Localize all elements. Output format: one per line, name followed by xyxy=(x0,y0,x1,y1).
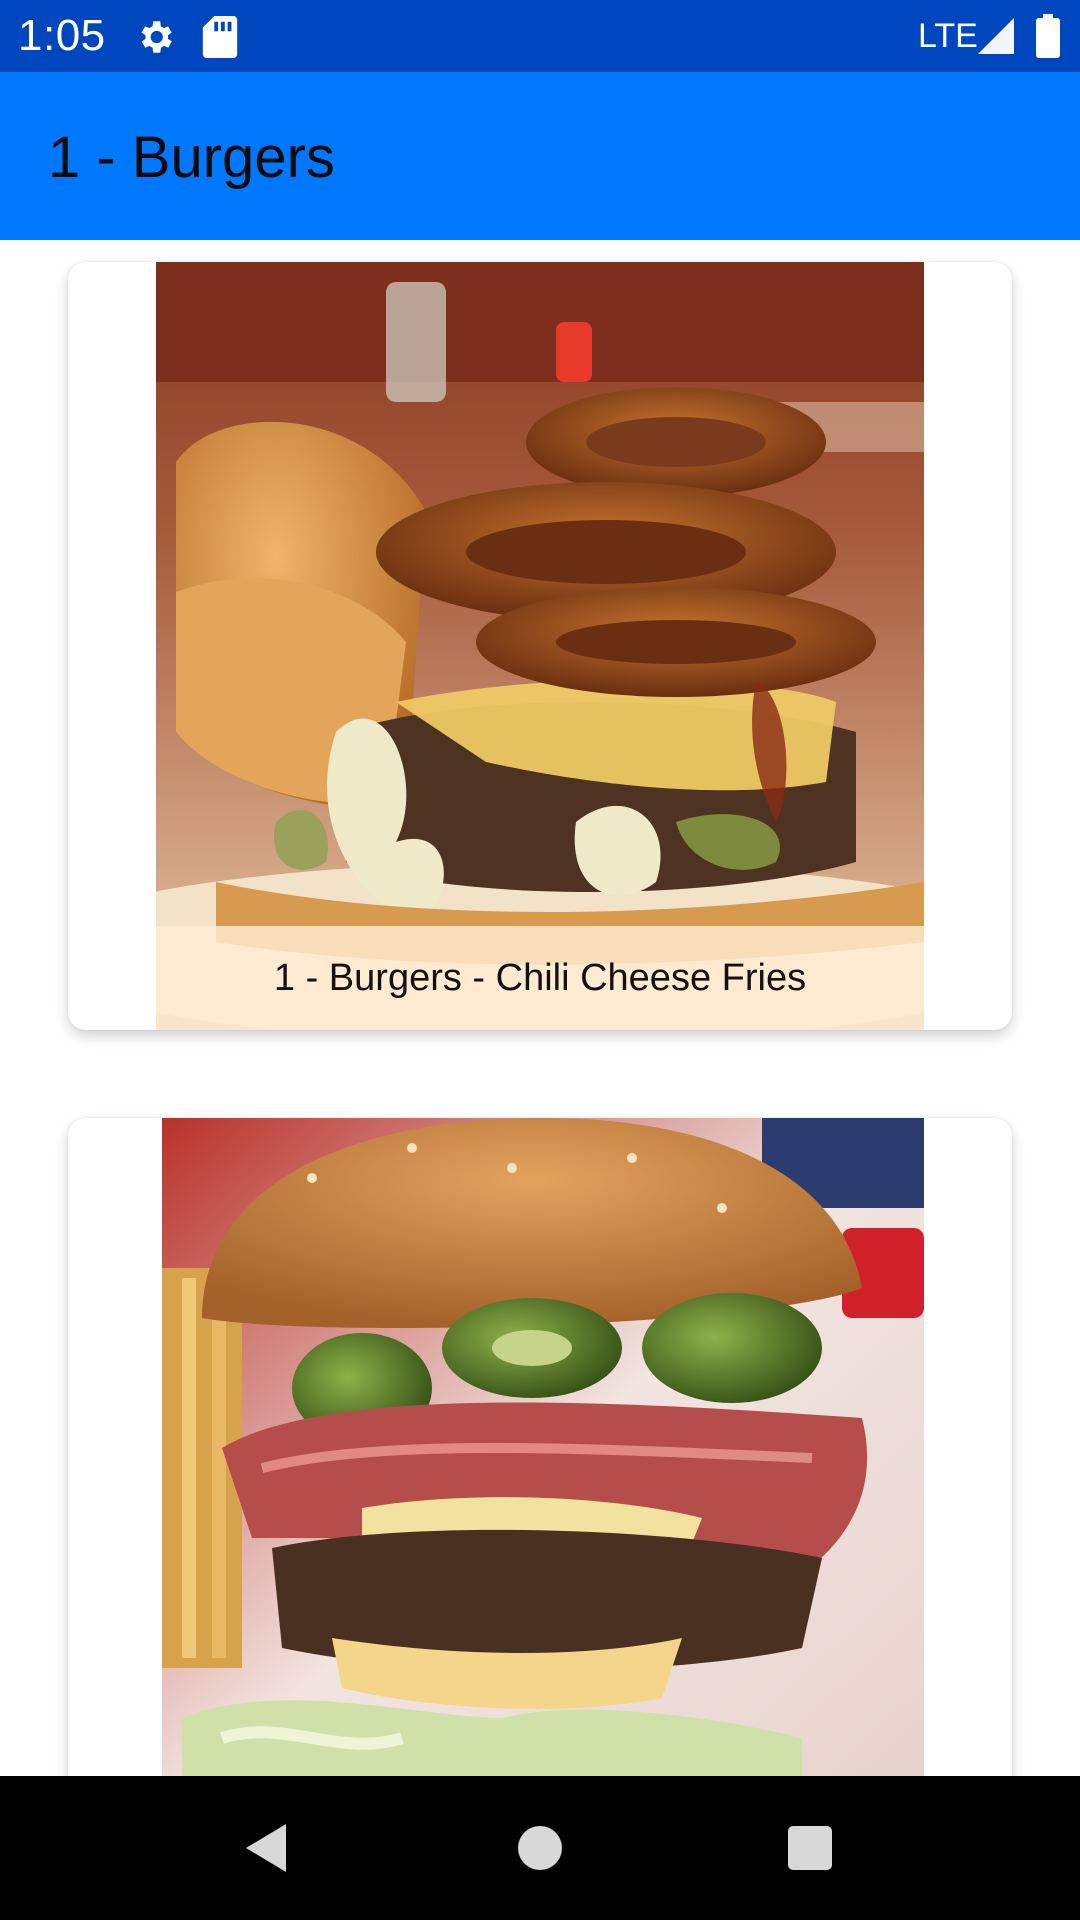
list-item[interactable] xyxy=(68,1118,1012,1776)
burger-with-jalapenos-and-pastrami-photo xyxy=(162,1118,924,1776)
settings-icon xyxy=(141,21,172,53)
sd-card-icon xyxy=(202,16,238,58)
status-bar: 1:05 LTE xyxy=(0,0,1080,72)
screen: 1:05 LTE 1 - Burgers 1 - Burgers - Chili… xyxy=(0,0,1080,1920)
list-item[interactable]: 1 - Burgers - Chili Cheese Fries xyxy=(68,262,1012,1030)
card-caption: 1 - Burgers - Chili Cheese Fries xyxy=(156,926,924,1030)
app-bar: 1 - Burgers xyxy=(0,72,1080,240)
recents-icon[interactable] xyxy=(778,1816,842,1880)
burger-with-onion-rings-photo: 1 - Burgers - Chili Cheese Fries xyxy=(156,262,924,1030)
network-type: LTE xyxy=(918,17,978,55)
navigation-bar xyxy=(0,1776,1080,1920)
page-title: 1 - Burgers xyxy=(48,125,335,190)
home-icon[interactable] xyxy=(508,1816,572,1880)
signal-icon xyxy=(978,18,1014,54)
battery-icon xyxy=(1036,14,1060,58)
back-icon[interactable] xyxy=(234,1816,298,1880)
category-list[interactable]: 1 - Burgers - Chili Cheese Fries xyxy=(0,240,1080,1776)
status-time: 1:05 xyxy=(18,11,106,60)
